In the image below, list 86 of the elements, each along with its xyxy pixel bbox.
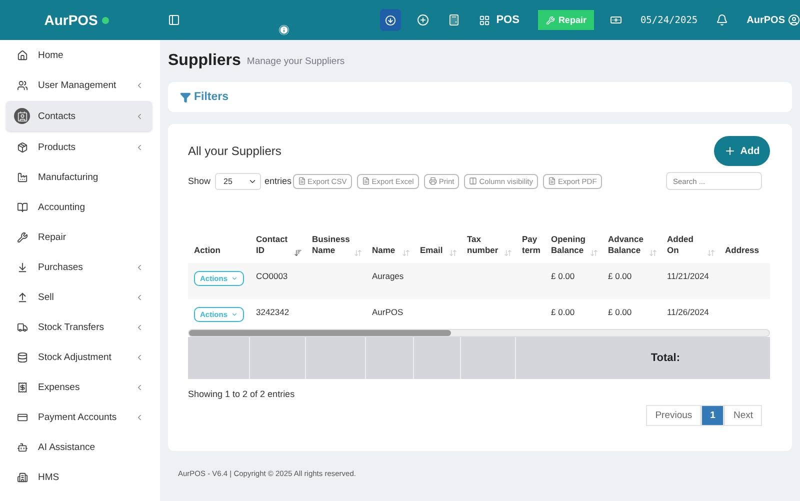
column-header[interactable]: Contact ID bbox=[256, 234, 290, 257]
printer-icon bbox=[428, 177, 437, 185]
table-cell: £ 0.00 bbox=[608, 270, 632, 281]
sidebar-item[interactable]: Manufacturing bbox=[6, 162, 152, 192]
contact-book-icon bbox=[14, 108, 30, 124]
cash-icon[interactable] bbox=[610, 14, 622, 26]
table-cell: 3242342 bbox=[256, 306, 290, 317]
table-cell: CO0003 bbox=[256, 270, 288, 281]
add-button[interactable]: Add bbox=[714, 136, 770, 166]
chevron-icon bbox=[135, 352, 144, 362]
column-header[interactable]: Business Name bbox=[312, 234, 350, 257]
pos-link[interactable]: POS bbox=[496, 14, 520, 26]
page-title: Suppliers bbox=[168, 52, 241, 70]
info-icon[interactable] bbox=[279, 25, 289, 35]
wrench-icon bbox=[546, 16, 556, 24]
chevron-icon bbox=[135, 382, 144, 392]
column-header: Address bbox=[725, 245, 760, 257]
chevron-icon bbox=[135, 262, 144, 272]
brand-name: AurPOS bbox=[44, 12, 98, 28]
user-name[interactable]: AurPOS bbox=[746, 14, 785, 26]
sidebar-item[interactable]: Contacts bbox=[6, 101, 152, 131]
plus-icon bbox=[724, 145, 736, 157]
sort-icon[interactable] bbox=[294, 248, 302, 257]
card-title: All your Suppliers bbox=[188, 144, 282, 158]
column-header[interactable]: Tax number bbox=[467, 234, 500, 257]
sidebar-item[interactable]: Purchases bbox=[6, 252, 152, 282]
column-header[interactable]: Email bbox=[420, 245, 445, 257]
add-icon[interactable] bbox=[417, 14, 430, 26]
sidebar-item[interactable]: Products bbox=[6, 132, 152, 162]
column-header[interactable]: Opening Balance bbox=[551, 234, 586, 257]
sidebar-item[interactable]: User Management bbox=[6, 70, 152, 100]
column-header[interactable]: Name bbox=[372, 245, 398, 257]
table-cell: 11/21/2024 bbox=[667, 270, 709, 281]
columns-icon bbox=[469, 177, 478, 185]
chevron-icon bbox=[135, 80, 144, 90]
chevron-icon bbox=[135, 292, 144, 302]
page-button[interactable]: 1 bbox=[701, 404, 724, 426]
caret-icon bbox=[230, 274, 238, 282]
sidebar-toggle-icon[interactable] bbox=[168, 14, 180, 26]
column-header[interactable]: Advance Balance bbox=[608, 234, 645, 257]
entries-info: Showing 1 to 2 of 2 entries bbox=[188, 388, 296, 399]
sidebar-item[interactable]: HMS bbox=[6, 462, 152, 492]
chevron-icon bbox=[135, 412, 144, 422]
filter-icon bbox=[180, 92, 191, 102]
file-icon bbox=[298, 177, 306, 185]
file-icon bbox=[548, 177, 556, 185]
file-icon bbox=[362, 177, 370, 185]
table-cell: AurPOS bbox=[372, 306, 404, 317]
sidebar-item[interactable]: AI Assistance bbox=[6, 432, 152, 462]
chevron-icon bbox=[135, 322, 144, 332]
sidebar-item[interactable]: Stock Adjustment bbox=[6, 342, 152, 372]
page-subtitle: Manage your Suppliers bbox=[246, 56, 345, 66]
date-label: 05/24/2025 bbox=[640, 14, 698, 26]
user-icon[interactable] bbox=[788, 14, 800, 26]
sidebar-item[interactable]: Payment Accounts bbox=[6, 402, 152, 432]
status-dot-icon bbox=[102, 16, 109, 24]
column-header[interactable]: Added On bbox=[667, 234, 703, 257]
entries-label: entries bbox=[264, 176, 292, 186]
sidebar-item[interactable]: Repair bbox=[6, 222, 152, 252]
chevron-icon bbox=[135, 112, 144, 120]
table-cell: Aurages bbox=[372, 270, 404, 281]
total-label: Total: bbox=[650, 352, 680, 364]
sidebar-item[interactable]: Expenses bbox=[6, 372, 152, 402]
chevron-icon bbox=[135, 142, 144, 152]
grid-icon[interactable] bbox=[479, 14, 490, 26]
table-cell: £ 0.00 bbox=[551, 306, 575, 317]
scrollbar-thumb[interactable] bbox=[189, 330, 451, 336]
bell-icon[interactable] bbox=[716, 14, 728, 26]
filters-panel[interactable]: Filters bbox=[168, 82, 792, 112]
filters-label: Filters bbox=[194, 91, 229, 103]
sidebar-item[interactable]: Stock Transfers bbox=[6, 312, 152, 342]
table-cell: £ 0.00 bbox=[551, 270, 575, 281]
caret-icon bbox=[230, 310, 238, 318]
download-icon[interactable] bbox=[380, 9, 402, 31]
sidebar-item[interactable]: Home bbox=[6, 40, 152, 70]
sidebar-item[interactable]: Sell bbox=[6, 282, 152, 312]
show-label: Show bbox=[188, 176, 211, 186]
table-cell: £ 0.00 bbox=[608, 306, 632, 317]
calculator-icon[interactable] bbox=[448, 14, 460, 26]
previous-button[interactable]: Previous bbox=[646, 404, 702, 426]
sidebar-item[interactable]: Accounting bbox=[6, 192, 152, 222]
page-size-select[interactable]: 25 bbox=[214, 172, 261, 190]
column-header: Pay term bbox=[522, 234, 541, 257]
column-header: Action bbox=[194, 245, 222, 257]
table-cell: 11/26/2024 bbox=[667, 306, 709, 317]
next-button[interactable]: Next bbox=[724, 404, 762, 426]
